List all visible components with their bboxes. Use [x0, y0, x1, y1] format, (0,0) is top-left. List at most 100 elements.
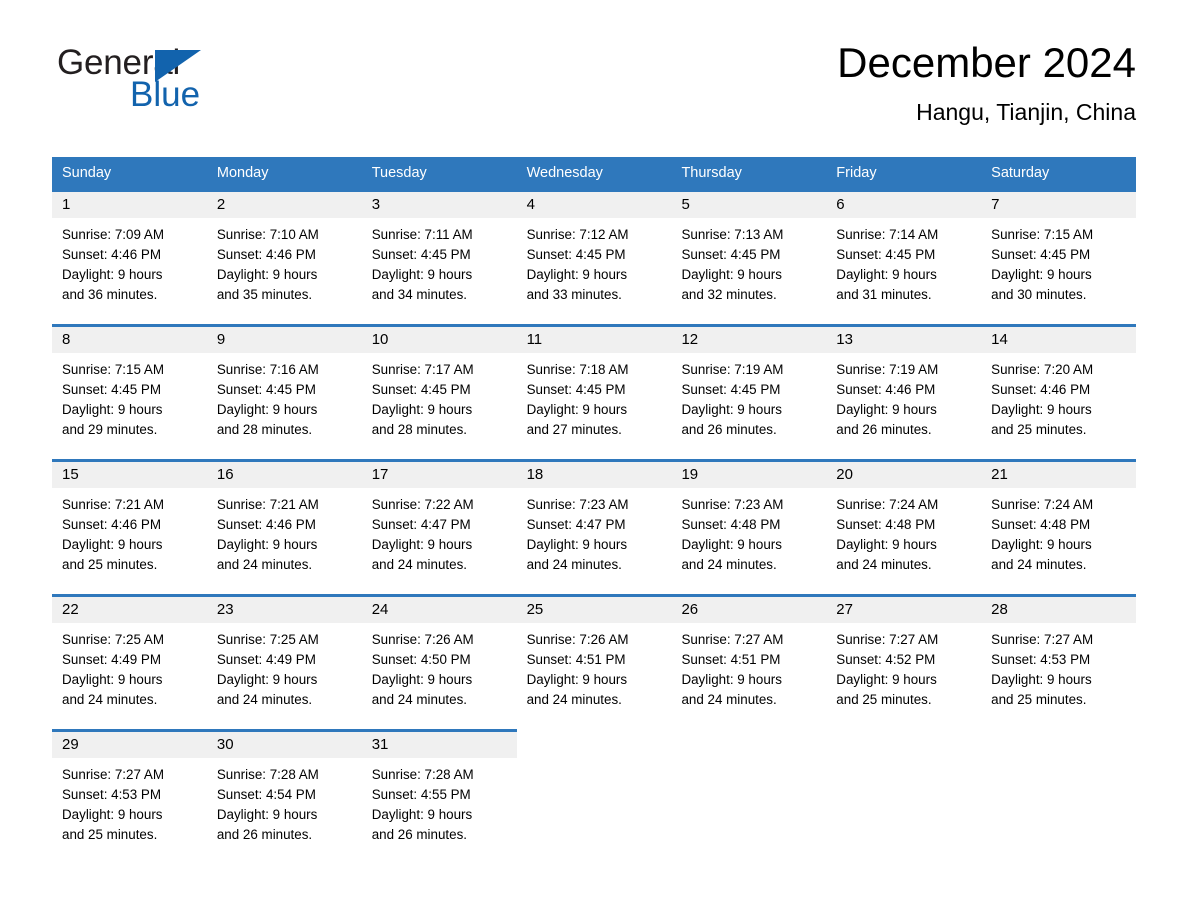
- sunset-text: Sunset: 4:48 PM: [991, 517, 1091, 533]
- day-cell[interactable]: 11 Sunrise: 7:18 AM Sunset: 4:45 PM Dayligh…: [516, 324, 672, 459]
- day-cell[interactable]: 17 Sunrise: 7:22 AM Sunset: 4:47 PM Dayligh…: [361, 459, 517, 594]
- day-details: Sunrise: 7:16 AM Sunset: 4:45 PM Daylight:…: [207, 353, 362, 440]
- day-number: 31: [371, 736, 389, 753]
- daylight-text-line2: and 25 minutes.: [62, 557, 158, 573]
- day-details: Sunrise: 7:23 AM Sunset: 4:47 PM Daylight:…: [517, 488, 672, 575]
- daylight-text-line1: Daylight: 9 hours: [216, 537, 318, 553]
- day-number: 19: [681, 466, 699, 483]
- sunrise-text: Sunrise: 7:19 AM: [836, 362, 939, 377]
- day-cell[interactable]: 12 Sunrise: 7:19 AM Sunset: 4:45 PM Dayligh…: [671, 324, 827, 459]
- daynum-band: 31: [361, 729, 517, 758]
- sunset-text: Sunset: 4:49 PM: [216, 652, 316, 668]
- sunrise-text: Sunrise: 7:25 AM: [216, 632, 319, 647]
- day-number: 27: [836, 601, 853, 618]
- daynum-band: 13: [826, 324, 982, 353]
- sunset-text: Sunset: 4:46 PM: [216, 517, 316, 533]
- sunrise-text: Sunrise: 7:22 AM: [371, 497, 474, 512]
- day-cell[interactable]: 20 Sunrise: 7:24 AM Sunset: 4:48 PM Dayligh…: [826, 459, 982, 594]
- day-cell[interactable]: 28 Sunrise: 7:27 AM Sunset: 4:53 PM Dayligh…: [981, 594, 1137, 729]
- daylight-text-line1: Daylight: 9 hours: [836, 402, 937, 418]
- day-cell[interactable]: 16 Sunrise: 7:21 AM Sunset: 4:46 PM Dayligh…: [206, 459, 362, 594]
- day-cell[interactable]: 3 Sunrise: 7:11 AM Sunset: 4:45 PM Daylight…: [361, 189, 517, 324]
- day-number: 12: [681, 331, 699, 348]
- daylight-text-line1: Daylight: 9 hours: [371, 402, 473, 418]
- sunset-text: Sunset: 4:45 PM: [681, 382, 781, 398]
- day-cell[interactable]: 24 Sunrise: 7:26 AM Sunset: 4:50 PM Dayligh…: [361, 594, 517, 729]
- daylight-text-line1: Daylight: 9 hours: [62, 807, 163, 823]
- daynum-band: 29: [52, 729, 207, 758]
- day-cell[interactable]: 7 Sunrise: 7:15 AM Sunset: 4:45 PM Daylight…: [981, 189, 1137, 324]
- day-cell[interactable]: 13 Sunrise: 7:19 AM Sunset: 4:46 PM Dayligh…: [826, 324, 982, 459]
- day-cell[interactable]: 2 Sunrise: 7:10 AM Sunset: 4:46 PM Daylight…: [206, 189, 362, 324]
- daylight-text-line2: and 30 minutes.: [991, 287, 1087, 303]
- sunset-text: Sunset: 4:52 PM: [836, 652, 936, 668]
- day-number: 16: [216, 466, 234, 483]
- daylight-text-line2: and 34 minutes.: [371, 287, 468, 303]
- day-cell[interactable]: 19 Sunrise: 7:23 AM Sunset: 4:48 PM Dayligh…: [671, 459, 827, 594]
- week-row: 29 Sunrise: 7:27 AM Sunset: 4:53 PM Dayligh…: [52, 729, 1137, 849]
- sunrise-text: Sunrise: 7:25 AM: [62, 632, 164, 647]
- daylight-text-line1: Daylight: 9 hours: [216, 807, 318, 823]
- sunset-text: Sunset: 4:45 PM: [681, 247, 781, 263]
- day-cell[interactable]: 25 Sunrise: 7:26 AM Sunset: 4:51 PM Dayligh…: [516, 594, 672, 729]
- sunrise-text: Sunrise: 7:24 AM: [836, 497, 939, 512]
- day-details: Sunrise: 7:18 AM Sunset: 4:45 PM Daylight:…: [517, 353, 672, 440]
- daylight-text-line1: Daylight: 9 hours: [991, 537, 1092, 553]
- day-cell[interactable]: 6 Sunrise: 7:14 AM Sunset: 4:45 PM Daylight…: [826, 189, 982, 324]
- sunrise-text: Sunrise: 7:26 AM: [371, 632, 474, 647]
- daylight-text-line2: and 28 minutes.: [371, 422, 468, 438]
- daylight-text-line2: and 25 minutes.: [991, 692, 1087, 708]
- day-cell[interactable]: 26 Sunrise: 7:27 AM Sunset: 4:51 PM Dayligh…: [671, 594, 827, 729]
- day-details: Sunrise: 7:13 AM Sunset: 4:45 PM Daylight:…: [671, 218, 826, 305]
- daylight-text-line1: Daylight: 9 hours: [526, 402, 628, 418]
- weekday-header-saturday: Saturday: [991, 165, 1050, 181]
- daylight-text-line1: Daylight: 9 hours: [371, 267, 473, 283]
- day-cell[interactable]: 18 Sunrise: 7:23 AM Sunset: 4:47 PM Dayligh…: [516, 459, 672, 594]
- daynum-band: 18: [516, 459, 672, 488]
- day-cell[interactable]: 30 Sunrise: 7:28 AM Sunset: 4:54 PM Dayligh…: [206, 729, 362, 849]
- day-cell[interactable]: 5 Sunrise: 7:13 AM Sunset: 4:45 PM Daylight…: [671, 189, 827, 324]
- day-cell[interactable]: 15 Sunrise: 7:21 AM Sunset: 4:46 PM Dayligh…: [52, 459, 207, 594]
- day-details: Sunrise: 7:28 AM Sunset: 4:55 PM Daylight:…: [362, 758, 517, 845]
- daynum-band: 26: [671, 594, 827, 623]
- daylight-text-line2: and 24 minutes.: [371, 557, 468, 573]
- sunrise-text: Sunrise: 7:27 AM: [991, 632, 1094, 647]
- day-cell[interactable]: 10 Sunrise: 7:17 AM Sunset: 4:45 PM Dayligh…: [361, 324, 517, 459]
- sunset-text: Sunset: 4:45 PM: [371, 382, 471, 398]
- daynum-band: 8: [52, 324, 207, 353]
- daynum-band: [981, 729, 1136, 755]
- day-details: Sunrise: 7:19 AM Sunset: 4:46 PM Daylight:…: [826, 353, 981, 440]
- week-row: 8 Sunrise: 7:15 AM Sunset: 4:45 PM Daylight…: [52, 324, 1137, 459]
- day-number: 1: [62, 196, 71, 213]
- day-details: Sunrise: 7:27 AM Sunset: 4:53 PM Daylight:…: [981, 623, 1136, 710]
- day-details: Sunrise: 7:25 AM Sunset: 4:49 PM Daylight:…: [207, 623, 362, 710]
- day-cell[interactable]: 29 Sunrise: 7:27 AM Sunset: 4:53 PM Dayligh…: [52, 729, 207, 849]
- day-cell[interactable]: 4 Sunrise: 7:12 AM Sunset: 4:45 PM Daylight…: [516, 189, 672, 324]
- daylight-text-line2: and 25 minutes.: [836, 692, 932, 708]
- daylight-text-line1: Daylight: 9 hours: [526, 672, 628, 688]
- sunrise-text: Sunrise: 7:18 AM: [526, 362, 629, 377]
- day-cell[interactable]: 22 Sunrise: 7:25 AM Sunset: 4:49 PM Dayligh…: [52, 594, 207, 729]
- day-details: Sunrise: 7:24 AM Sunset: 4:48 PM Daylight:…: [826, 488, 981, 575]
- daylight-text-line1: Daylight: 9 hours: [371, 537, 473, 553]
- day-cell[interactable]: 1 Sunrise: 7:09 AM Sunset: 4:46 PM Daylight…: [52, 189, 207, 324]
- daylight-text-line2: and 24 minutes.: [62, 692, 158, 708]
- day-cell[interactable]: 9 Sunrise: 7:16 AM Sunset: 4:45 PM Daylight…: [206, 324, 362, 459]
- daylight-text-line1: Daylight: 9 hours: [216, 402, 318, 418]
- day-cell[interactable]: 27 Sunrise: 7:27 AM Sunset: 4:52 PM Dayligh…: [826, 594, 982, 729]
- daylight-text-line1: Daylight: 9 hours: [836, 267, 937, 283]
- daynum-band: 27: [826, 594, 982, 623]
- daylight-text-line1: Daylight: 9 hours: [62, 672, 163, 688]
- day-cell[interactable]: 31 Sunrise: 7:28 AM Sunset: 4:55 PM Dayligh…: [361, 729, 517, 849]
- day-cell-empty: [981, 729, 1137, 849]
- day-cell[interactable]: 14 Sunrise: 7:20 AM Sunset: 4:46 PM Dayligh…: [981, 324, 1137, 459]
- daylight-text-line1: Daylight: 9 hours: [371, 807, 473, 823]
- day-cell[interactable]: 8 Sunrise: 7:15 AM Sunset: 4:45 PM Daylight…: [52, 324, 207, 459]
- daylight-text-line1: Daylight: 9 hours: [526, 267, 628, 283]
- daylight-text-line1: Daylight: 9 hours: [991, 267, 1092, 283]
- day-cell[interactable]: 23 Sunrise: 7:25 AM Sunset: 4:49 PM Dayligh…: [206, 594, 362, 729]
- day-cell[interactable]: 21 Sunrise: 7:24 AM Sunset: 4:48 PM Dayligh…: [981, 459, 1137, 594]
- daylight-text-line2: and 24 minutes.: [526, 692, 622, 708]
- general-blue-logo: General Blue: [57, 44, 257, 116]
- daylight-text-line1: Daylight: 9 hours: [216, 267, 318, 283]
